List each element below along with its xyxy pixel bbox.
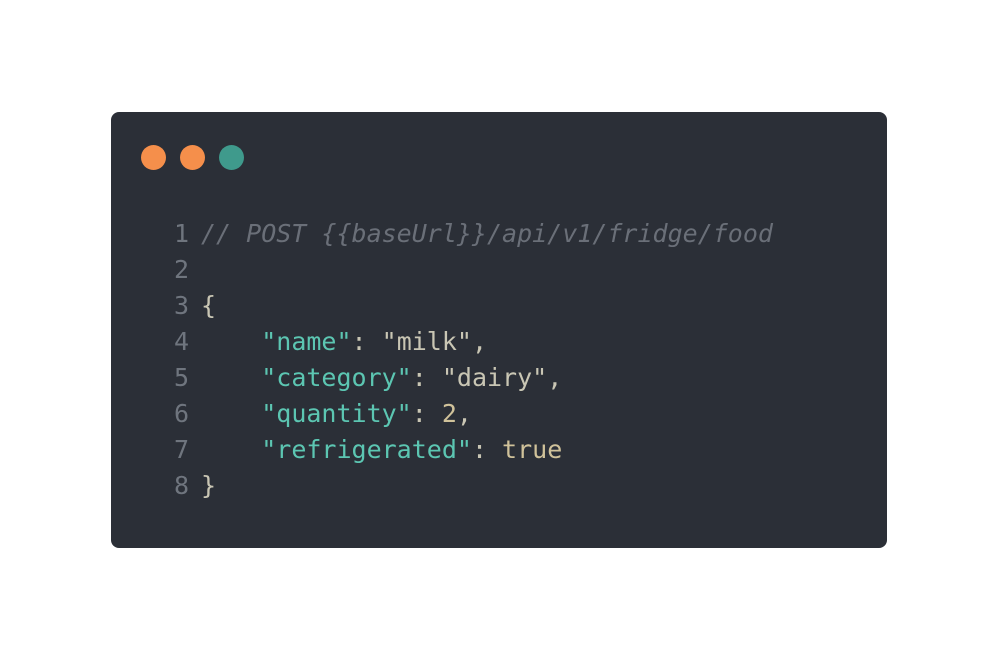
code-window: 1 // POST {{baseUrl}}/api/v1/fridge/food…	[111, 112, 887, 548]
comma: ,	[471, 327, 488, 356]
close-brace: }	[201, 471, 217, 500]
line-number: 2	[173, 255, 189, 284]
code-line: 2	[165, 252, 773, 288]
code-line: 4 "name" : "milk" ,	[165, 324, 773, 360]
code-line: 5 "category" : "dairy" ,	[165, 360, 773, 396]
colon: :	[411, 363, 442, 392]
json-value: true	[502, 435, 563, 464]
json-key: "refrigerated"	[261, 435, 472, 464]
code-line: 1 // POST {{baseUrl}}/api/v1/fridge/food	[165, 216, 773, 252]
json-value: "dairy"	[441, 363, 548, 392]
line-number: 4	[173, 327, 189, 356]
code-line: 7 "refrigerated" : true	[165, 432, 773, 468]
json-key: "category"	[261, 363, 412, 392]
colon: :	[471, 435, 503, 464]
line-number: 3	[173, 291, 189, 320]
code-line: 6 "quantity" : 2 ,	[165, 396, 773, 432]
close-dot-icon[interactable]	[141, 145, 166, 170]
json-key: "name"	[261, 327, 352, 356]
minimize-dot-icon[interactable]	[180, 145, 205, 170]
code-line: 8 }	[165, 468, 773, 504]
line-number: 6	[173, 399, 189, 428]
json-value: "milk"	[381, 327, 472, 356]
line-number: 7	[173, 435, 189, 464]
line-number: 5	[173, 363, 189, 392]
colon: :	[351, 327, 382, 356]
comma: ,	[456, 399, 472, 428]
maximize-dot-icon[interactable]	[219, 145, 244, 170]
colon: :	[411, 399, 442, 428]
open-brace: {	[201, 291, 217, 320]
json-key: "quantity"	[261, 399, 412, 428]
code-line: 3 {	[165, 288, 773, 324]
comma: ,	[547, 363, 563, 392]
line-number: 8	[173, 471, 189, 500]
json-value: 2	[441, 399, 457, 428]
code-block: 1 // POST {{baseUrl}}/api/v1/fridge/food…	[165, 216, 773, 504]
line-number: 1	[173, 219, 189, 248]
code-comment: // POST {{baseUrl}}/api/v1/fridge/food	[201, 219, 773, 248]
window-controls	[141, 145, 244, 170]
